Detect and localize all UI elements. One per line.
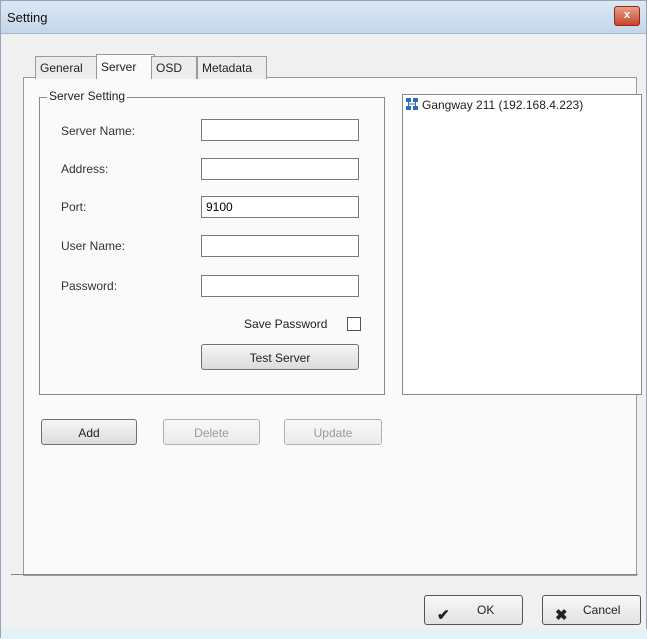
server-setting-group-label: Server Setting <box>47 89 128 103</box>
tree-item-label: Gangway 211 (192.168.4.223) <box>422 98 584 112</box>
tab-osd[interactable]: OSD <box>151 56 197 79</box>
address-label: Address: <box>61 162 109 176</box>
user-name-input[interactable] <box>201 235 359 257</box>
user-name-label: User Name: <box>61 239 126 253</box>
title-bar[interactable]: Setting x <box>1 1 646 34</box>
setting-dialog: Setting x General Server OSD Metadata Se… <box>0 0 647 639</box>
footer-divider <box>11 574 638 575</box>
tab-server[interactable]: Server <box>96 54 155 79</box>
server-name-label: Server Name: <box>61 124 136 138</box>
network-server-icon <box>405 97 419 111</box>
update-button[interactable]: Update <box>284 419 382 445</box>
server-tree[interactable] <box>402 94 642 395</box>
test-server-button[interactable]: Test Server <box>201 344 359 370</box>
tab-general[interactable]: General <box>35 56 101 79</box>
port-label: Port: <box>61 200 87 214</box>
x-mark-icon: ✖ <box>555 607 568 624</box>
delete-button[interactable]: Delete <box>163 419 260 445</box>
tree-item-server[interactable]: Gangway 211 (192.168.4.223) <box>405 97 583 112</box>
add-button[interactable]: Add <box>41 419 137 445</box>
port-input[interactable] <box>201 196 359 218</box>
window-title: Setting <box>7 10 48 25</box>
address-input[interactable] <box>201 158 359 180</box>
tab-metadata[interactable]: Metadata <box>197 56 267 79</box>
save-password-label: Save Password <box>244 317 328 331</box>
password-input[interactable] <box>201 275 359 297</box>
close-button[interactable]: x <box>614 6 640 26</box>
cancel-button[interactable]: ✖ Cancel <box>542 595 641 625</box>
checkmark-icon: ✔ <box>437 607 450 624</box>
ok-label: OK <box>477 603 495 617</box>
close-icon: x <box>623 9 631 21</box>
password-label: Password: <box>61 279 118 293</box>
cancel-label: Cancel <box>583 603 621 617</box>
server-name-input[interactable] <box>201 119 359 141</box>
ok-button[interactable]: ✔ OK <box>424 595 523 625</box>
save-password-checkbox[interactable] <box>347 317 361 331</box>
